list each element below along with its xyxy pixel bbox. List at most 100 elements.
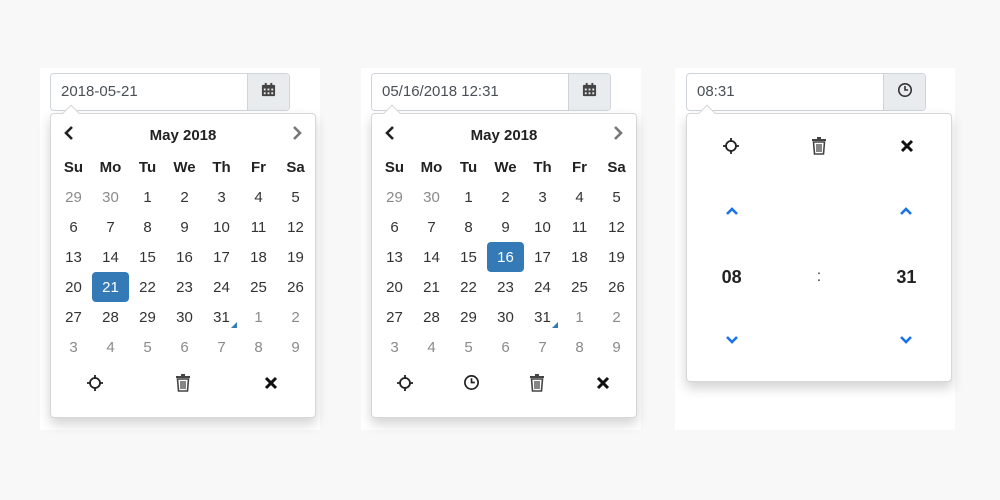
minute-value[interactable]: 31 [896,267,916,288]
calendar-day[interactable]: 30 [92,182,129,212]
calendar-day[interactable]: 4 [561,182,598,212]
calendar-day[interactable]: 3 [524,182,561,212]
calendar-day[interactable]: 6 [55,212,92,242]
calendar-day[interactable]: 25 [561,272,598,302]
calendar-day[interactable]: 24 [203,272,240,302]
calendar-day[interactable]: 27 [55,302,92,332]
calendar-day[interactable]: 18 [561,242,598,272]
calendar-day[interactable]: 29 [376,182,413,212]
calendar-day[interactable]: 8 [450,212,487,242]
calendar-day[interactable]: 22 [129,272,166,302]
calendar-day[interactable]: 31 [524,302,561,332]
calendar-day[interactable]: 29 [450,302,487,332]
prev-month-button[interactable] [380,125,400,145]
decrement-hours-button[interactable] [718,327,746,355]
clear-button[interactable] [169,371,197,399]
close-button[interactable] [257,371,285,399]
calendar-day[interactable]: 30 [487,302,524,332]
calendar-day[interactable]: 6 [487,332,524,362]
calendar-day[interactable]: 9 [166,212,203,242]
calendar-day[interactable]: 7 [92,212,129,242]
calendar-day[interactable]: 21 [413,272,450,302]
calendar-day[interactable]: 24 [524,272,561,302]
calendar-day[interactable]: 10 [524,212,561,242]
now-button[interactable] [717,134,745,162]
calendar-day[interactable]: 20 [376,272,413,302]
datetime-input[interactable]: 05/16/2018 12:31 [372,74,568,110]
next-month-button[interactable] [287,125,307,145]
calendar-day[interactable]: 28 [413,302,450,332]
calendar-day[interactable]: 5 [277,182,314,212]
calendar-day[interactable]: 17 [203,242,240,272]
calendar-day[interactable]: 30 [166,302,203,332]
calendar-day[interactable]: 29 [55,182,92,212]
calendar-day[interactable]: 8 [561,332,598,362]
time-input[interactable]: 08:31 [687,74,883,110]
close-button[interactable] [589,371,617,399]
calendar-day[interactable]: 5 [129,332,166,362]
calendar-day[interactable]: 5 [598,182,635,212]
calendar-day[interactable]: 12 [598,212,635,242]
calendar-day[interactable]: 1 [129,182,166,212]
calendar-day[interactable]: 31 [203,302,240,332]
calendar-day[interactable]: 8 [240,332,277,362]
today-button[interactable] [81,371,109,399]
calendar-day[interactable]: 14 [92,242,129,272]
calendar-day[interactable]: 4 [240,182,277,212]
calendar-day[interactable]: 20 [55,272,92,302]
calendar-day[interactable]: 11 [561,212,598,242]
calendar-day[interactable]: 3 [376,332,413,362]
month-title[interactable]: May 2018 [471,127,538,144]
decrement-minutes-button[interactable] [892,327,920,355]
calendar-day[interactable]: 19 [598,242,635,272]
calendar-day[interactable]: 15 [129,242,166,272]
calendar-day[interactable]: 1 [240,302,277,332]
calendar-day[interactable]: 28 [92,302,129,332]
calendar-day[interactable]: 11 [240,212,277,242]
calendar-day[interactable]: 2 [166,182,203,212]
calendar-day[interactable]: 4 [413,332,450,362]
next-month-button[interactable] [608,125,628,145]
calendar-day[interactable]: 3 [55,332,92,362]
select-time-button[interactable] [457,371,485,399]
calendar-day[interactable]: 18 [240,242,277,272]
calendar-day[interactable]: 27 [376,302,413,332]
calendar-day[interactable]: 3 [203,182,240,212]
clear-button[interactable] [805,134,833,162]
clock-toggle-button[interactable] [883,74,925,110]
calendar-day-selected[interactable]: 16 [487,242,524,272]
calendar-day[interactable]: 1 [561,302,598,332]
calendar-day[interactable]: 26 [598,272,635,302]
calendar-day[interactable]: 23 [166,272,203,302]
calendar-day[interactable]: 12 [277,212,314,242]
calendar-day[interactable]: 22 [450,272,487,302]
calendar-day[interactable]: 5 [450,332,487,362]
calendar-day[interactable]: 13 [55,242,92,272]
calendar-day[interactable]: 4 [92,332,129,362]
month-title[interactable]: May 2018 [150,127,217,144]
calendar-day[interactable]: 1 [450,182,487,212]
calendar-day[interactable]: 29 [129,302,166,332]
calendar-day[interactable]: 19 [277,242,314,272]
calendar-day[interactable]: 17 [524,242,561,272]
calendar-day[interactable]: 2 [487,182,524,212]
calendar-day-selected[interactable]: 21 [92,272,129,302]
calendar-day[interactable]: 6 [166,332,203,362]
calendar-day[interactable]: 26 [277,272,314,302]
calendar-day[interactable]: 8 [129,212,166,242]
calendar-day[interactable]: 10 [203,212,240,242]
calendar-day[interactable]: 9 [598,332,635,362]
date-input[interactable]: 2018-05-21 [51,74,247,110]
calendar-day[interactable]: 9 [277,332,314,362]
calendar-day[interactable]: 13 [376,242,413,272]
calendar-day[interactable]: 16 [166,242,203,272]
hour-value[interactable]: 08 [722,267,742,288]
close-button[interactable] [893,134,921,162]
calendar-day[interactable]: 30 [413,182,450,212]
calendar-day[interactable]: 7 [413,212,450,242]
calendar-toggle-button[interactable] [568,74,610,110]
calendar-day[interactable]: 7 [203,332,240,362]
calendar-day[interactable]: 23 [487,272,524,302]
increment-minutes-button[interactable] [892,198,920,226]
calendar-toggle-button[interactable] [247,74,289,110]
